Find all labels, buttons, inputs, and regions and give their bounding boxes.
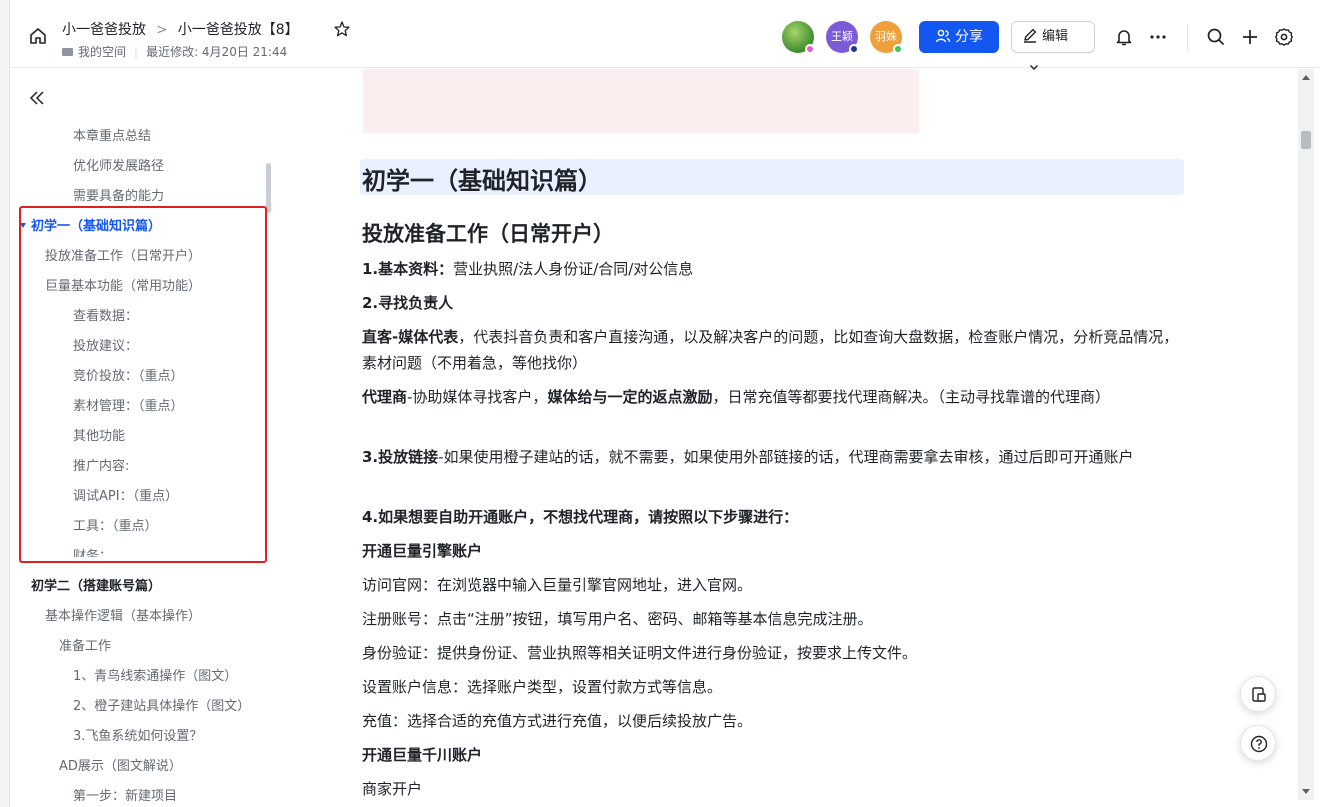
paragraph-text: ，代表抖音负责和客户直接沟通，以及解决客户的问题，比如查询大盘数据，检查账户情况… — [362, 328, 1179, 372]
paragraph: 开通巨量引擎账户 — [362, 542, 483, 560]
paragraph: 商家开户 — [362, 780, 423, 798]
collapse-sidebar-icon[interactable] — [28, 89, 46, 107]
users-icon — [935, 29, 951, 43]
paragraph: 访问官网：在浏览器中输入巨量引擎官网地址，进入官网。 — [362, 576, 753, 594]
document-comment-icon — [1252, 687, 1266, 702]
outline-item[interactable]: AD展示（图文解说） — [59, 752, 182, 782]
paragraph-text: -协助媒体寻找客户， — [407, 388, 548, 406]
outline-item[interactable]: 3.飞鱼系统如何设置？ — [73, 722, 202, 752]
paragraph: 设置账户信息：选择账户类型，设置付款方式等信息。 — [362, 678, 723, 696]
paragraph-text: -如果使用橙子建站的话，就不需要，如果使用外部链接的话，代理商需要拿去审核，通过… — [438, 448, 1134, 466]
outline-item[interactable]: 本章重点总结 — [73, 122, 151, 152]
paragraph: 注册账号：点击“注册”按钮，填写用户名、密码、邮箱等基本信息完成注册。 — [362, 610, 873, 628]
scrollbar-thumb[interactable] — [1301, 131, 1311, 149]
outline-item[interactable]: 准备工作 — [59, 632, 111, 662]
app-window: 小一爸爸投放 > 小一爸爸投放【8】 我的空间 | 最近修改: 4月20日 21:44 … — [0, 0, 1320, 807]
pencil-icon — [1024, 28, 1037, 43]
meta-divider: | — [134, 45, 139, 59]
outline-item[interactable]: 初学二（搭建账号篇） — [31, 572, 161, 602]
window-edge — [0, 0, 10, 807]
home-icon[interactable] — [28, 26, 48, 46]
avatar[interactable]: 王颖 — [826, 21, 859, 54]
top-bar: 小一爸爸投放 > 小一爸爸投放【8】 我的空间 | 最近修改: 4月20日 21:44 … — [10, 0, 1320, 70]
bold-text: 1.基本资料： — [362, 260, 454, 278]
outline-item[interactable]: 2、橙子建站具体操作（图文） — [73, 692, 250, 722]
presence-dot — [805, 44, 815, 54]
paragraph: 身份验证：提供身份证、营业执照等相关证明文件进行身份验证，按要求上传文件。 — [362, 644, 918, 662]
outline-sidebar: 本章重点总结 优化师发展路径 需要具备的能力 初学一（基础知识篇） 投放准备工作… — [10, 69, 280, 807]
paragraph-text: ，日常充值等都要找代理商解决。（主动寻找靠谱的代理商） — [712, 388, 1110, 406]
share-label: 分享 — [955, 29, 983, 45]
paragraph: 4.如果想要自助开通账户，不想找代理商，请按照以下步骤进行： — [362, 508, 799, 526]
paragraph: 直客-媒体代表，代表抖音负责和客户直接沟通，以及解决客户的问题，比如查询大盘数据… — [362, 324, 1187, 376]
comment-panel-button[interactable] — [1240, 676, 1276, 712]
bold-text: 3.投放链接 — [362, 448, 439, 466]
doc-meta: 我的空间 | 最近修改: 4月20日 21:44 — [62, 43, 287, 60]
avatar[interactable] — [782, 21, 815, 54]
presence-dot — [849, 44, 859, 54]
edit-mode-dropdown[interactable]: 编辑 — [1011, 21, 1095, 70]
breadcrumb-separator: > — [156, 22, 168, 38]
avatar[interactable]: 羽姝 — [870, 21, 903, 54]
document-body: 初学一（基础知识篇） 投放准备工作（日常开户） 1.基本资料：营业执照/法人身份… — [280, 69, 1298, 807]
document-scrollbar[interactable] — [1298, 69, 1314, 800]
paragraph: 代理商-协助媒体寻找客户，媒体给与一定的返点激励，日常充值等都要找代理商解决。（… — [362, 384, 1187, 410]
paragraph: 充值：选择合适的充值方式进行充值，以便后续投放广告。 — [362, 712, 753, 730]
paragraph: 开通巨量千川账户 — [362, 746, 483, 764]
gear-icon[interactable] — [1274, 27, 1294, 47]
heading-2: 投放准备工作（日常开户） — [362, 222, 614, 246]
header-divider — [1187, 24, 1188, 50]
presence-dot — [893, 44, 903, 54]
bold-text: 媒体给与一定的返点激励 — [547, 388, 713, 406]
last-modified: 最近修改: 4月20日 21:44 — [146, 45, 288, 59]
scroll-down-arrow-icon[interactable] — [1302, 789, 1310, 794]
star-icon[interactable] — [333, 20, 351, 38]
help-button[interactable] — [1240, 725, 1276, 761]
outline-item[interactable]: 第一步：新建项目 — [73, 782, 177, 807]
bold-text: 直客-媒体代表 — [362, 328, 459, 346]
heading-1: 初学一（基础知识篇） — [362, 167, 602, 195]
more-icon[interactable] — [1148, 27, 1168, 47]
image-block — [363, 69, 919, 133]
avatar-label: 王颖 — [831, 30, 853, 43]
paragraph: 3.投放链接-如果使用橙子建站的话，就不需要，如果使用外部链接的话，代理商需要拿… — [362, 444, 1187, 470]
edit-label: 编辑 — [1042, 29, 1069, 44]
bell-icon[interactable] — [1114, 27, 1134, 47]
scroll-up-arrow-icon[interactable] — [1302, 75, 1310, 80]
avatar-label: 羽姝 — [875, 30, 897, 43]
folder-icon — [62, 48, 73, 56]
plus-icon[interactable] — [1240, 27, 1260, 47]
outline-item[interactable]: 优化师发展路径 — [73, 152, 164, 182]
bold-text: 代理商 — [362, 388, 408, 406]
space-link[interactable]: 我的空间 — [78, 45, 126, 59]
paragraph: 1.基本资料：营业执照/法人身份证/合同/对公信息 — [362, 256, 1187, 282]
sidebar-scrollbar[interactable] — [266, 163, 271, 213]
breadcrumb: 小一爸爸投放 > 小一爸爸投放【8】 — [62, 19, 299, 39]
search-icon[interactable] — [1206, 27, 1226, 47]
help-icon — [1250, 735, 1268, 753]
share-button[interactable]: 分享 — [919, 21, 999, 53]
outline-item[interactable]: 基本操作逻辑（基本操作） — [45, 602, 201, 632]
breadcrumb-parent[interactable]: 小一爸爸投放 — [62, 22, 146, 38]
annotation-highlight-box — [19, 206, 267, 563]
paragraph-text: 营业执照/法人身份证/合同/对公信息 — [453, 260, 694, 278]
breadcrumb-current[interactable]: 小一爸爸投放【8】 — [178, 22, 299, 38]
outline-item[interactable]: 1、青鸟线索通操作（图文） — [73, 662, 237, 692]
paragraph: 2.寻找负责人 — [362, 294, 454, 312]
